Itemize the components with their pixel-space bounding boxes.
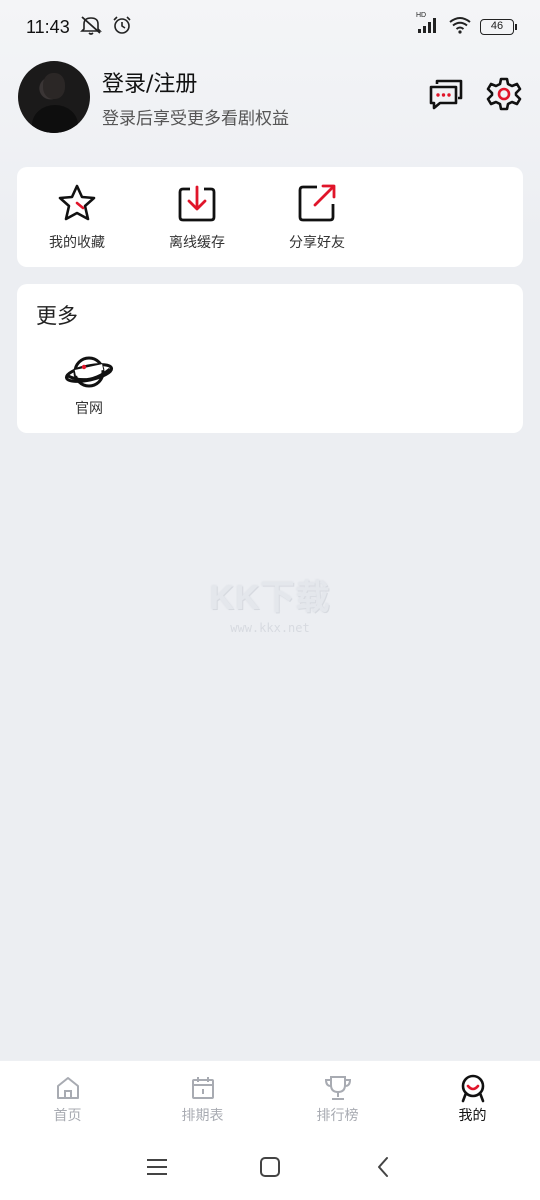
bottom-nav: 首页 排期表 排行榜 我的 <box>0 1060 540 1134</box>
nav-label: 排行榜 <box>316 1108 359 1124</box>
more-section-title: 更多 <box>36 304 78 328</box>
quick-action-share[interactable]: 分享好友 <box>257 167 377 267</box>
back-icon[interactable] <box>368 1152 398 1182</box>
system-nav-bar <box>0 1134 540 1200</box>
home-icon <box>53 1073 83 1103</box>
gear-icon[interactable] <box>486 76 522 112</box>
quick-action-label: 离线缓存 <box>169 235 225 251</box>
nav-item-schedule[interactable]: 排期表 <box>135 1061 270 1134</box>
nav-label: 首页 <box>53 1108 82 1124</box>
profile-header[interactable]: 登录/注册 登录后享受更多看剧权益 <box>18 60 522 134</box>
login-subtitle: 登录后享受更多看剧权益 <box>102 108 289 129</box>
download-icon <box>177 183 217 223</box>
status-left: 11:43 <box>26 15 132 39</box>
message-icon[interactable] <box>428 76 464 112</box>
login-register-title[interactable]: 登录/注册 <box>102 66 289 98</box>
watermark-logo: KK下载 <box>209 579 331 617</box>
watermark-url: www.kkx.net <box>230 621 310 635</box>
status-bar: 11:43 HD 46 <box>0 0 540 54</box>
quick-actions-card: 我的收藏 离线缓存 分享好友 <box>17 167 523 267</box>
menu-icon[interactable] <box>142 1152 172 1182</box>
more-item-label: 官网 <box>75 401 103 417</box>
battery-indicator: 46 <box>480 19 517 35</box>
nav-item-profile[interactable]: 我的 <box>405 1061 540 1134</box>
calendar-icon <box>188 1073 218 1103</box>
star-icon <box>57 183 97 223</box>
mute-icon <box>79 15 102 39</box>
planet-icon <box>64 352 114 392</box>
quick-action-label: 我的收藏 <box>49 235 105 251</box>
quick-action-favorites[interactable]: 我的收藏 <box>17 167 137 267</box>
nav-label: 排期表 <box>181 1108 224 1124</box>
signal-icon: HD <box>416 12 440 38</box>
network-label: HD <box>416 12 427 19</box>
alarm-icon <box>112 15 132 39</box>
header-actions <box>428 76 522 112</box>
profile-icon <box>458 1073 488 1103</box>
trophy-icon <box>323 1073 353 1103</box>
status-right: HD 46 <box>416 12 517 38</box>
home-button-icon[interactable] <box>255 1152 285 1182</box>
profile-text[interactable]: 登录/注册 登录后享受更多看剧权益 <box>102 66 289 129</box>
more-card: 更多 官网 <box>17 284 523 433</box>
nav-item-ranking[interactable]: 排行榜 <box>270 1061 405 1134</box>
avatar[interactable] <box>18 61 90 133</box>
nav-label: 我的 <box>458 1108 487 1124</box>
status-time: 11:43 <box>26 16 70 37</box>
quick-action-offline-cache[interactable]: 离线缓存 <box>137 167 257 267</box>
share-icon <box>297 183 337 223</box>
more-item-website[interactable]: 官网 <box>59 352 119 418</box>
wifi-icon <box>448 16 472 38</box>
watermark: KK下载 www.kkx.net <box>180 570 360 635</box>
nav-item-home[interactable]: 首页 <box>0 1061 135 1134</box>
quick-action-label: 分享好友 <box>289 235 345 251</box>
